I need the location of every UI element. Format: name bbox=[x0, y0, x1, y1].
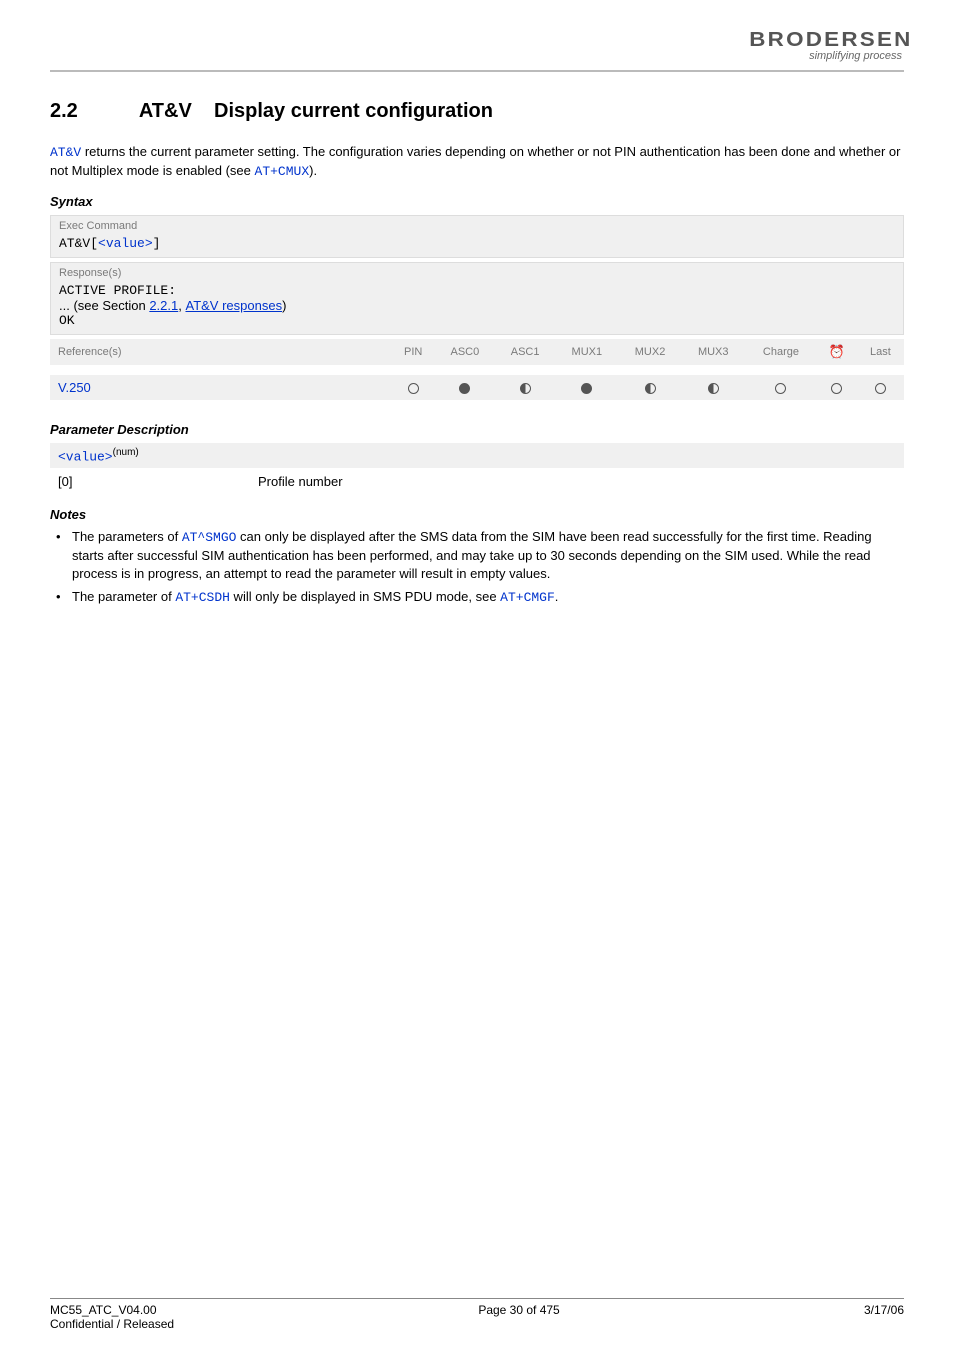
note2-c: . bbox=[555, 589, 559, 604]
ref-label: Reference(s) bbox=[50, 339, 392, 365]
footer-date: 3/17/06 bbox=[864, 1303, 904, 1331]
response-box: Response(s) ACTIVE PROFILE: ... (see Sec… bbox=[50, 262, 904, 335]
col-asc1: ASC1 bbox=[495, 339, 555, 365]
ref-value[interactable]: V.250 bbox=[50, 375, 392, 400]
note2-cmd2-link[interactable]: AT+CMGF bbox=[500, 590, 555, 605]
col-mux2: MUX2 bbox=[618, 339, 681, 365]
ref-value-row: V.250 bbox=[50, 375, 904, 400]
footer-left: MC55_ATC_V04.00 Confidential / Released bbox=[50, 1303, 174, 1331]
section-title: 2.2 AT&V Display current configuration bbox=[50, 100, 904, 123]
param-default: [0] bbox=[58, 474, 258, 489]
header-divider bbox=[50, 70, 904, 72]
cell-asc0 bbox=[435, 375, 495, 400]
footer-page: Page 30 of 475 bbox=[478, 1303, 559, 1331]
footer-doc: MC55_ATC_V04.00 bbox=[50, 1303, 174, 1317]
cell-charge bbox=[745, 375, 817, 400]
syntax-heading: Syntax bbox=[50, 194, 904, 209]
intro-text-mid: returns the current parameter setting. T… bbox=[50, 144, 901, 178]
col-asc0: ASC0 bbox=[435, 339, 495, 365]
resp-link-section[interactable]: 2.2.1 bbox=[149, 298, 178, 313]
circle-empty-icon bbox=[775, 383, 786, 394]
cell-pin bbox=[392, 375, 435, 400]
col-last: Last bbox=[857, 339, 904, 365]
ref-header-row: Reference(s) PIN ASC0 ASC1 MUX1 MUX2 MUX… bbox=[50, 339, 904, 365]
notes-heading: Notes bbox=[50, 507, 904, 522]
brand-logo: BRODERSEN bbox=[749, 30, 912, 50]
exec-param-link[interactable]: <value> bbox=[98, 236, 153, 251]
resp-ok: OK bbox=[59, 313, 895, 328]
alarm-icon: ⏰ bbox=[829, 344, 845, 359]
col-mux1: MUX1 bbox=[555, 339, 618, 365]
resp-line2: ... (see Section 2.2.1, AT&V responses) bbox=[59, 298, 895, 313]
circle-half-icon bbox=[645, 383, 656, 394]
note1-cmd-link[interactable]: AT^SMGO bbox=[182, 530, 237, 545]
cell-mux1 bbox=[555, 375, 618, 400]
section-number: 2.2 bbox=[50, 100, 134, 123]
intro-paragraph: AT&V returns the current parameter setti… bbox=[50, 143, 904, 180]
circle-full-icon bbox=[459, 383, 470, 394]
circle-full-icon bbox=[581, 383, 592, 394]
resp-link-title[interactable]: AT&V responses bbox=[185, 298, 282, 313]
circle-half-icon bbox=[520, 383, 531, 394]
note-1: The parameters of AT^SMGO can only be di… bbox=[54, 528, 904, 582]
note1-a: The parameters of bbox=[72, 529, 182, 544]
circle-empty-icon bbox=[875, 383, 886, 394]
notes-list: The parameters of AT^SMGO can only be di… bbox=[50, 528, 904, 606]
note2-a: The parameter of bbox=[72, 589, 175, 604]
response-content: ACTIVE PROFILE: ... (see Section 2.2.1, … bbox=[51, 281, 903, 334]
circle-empty-icon bbox=[831, 383, 842, 394]
page-footer: MC55_ATC_V04.00 Confidential / Released … bbox=[50, 1298, 904, 1331]
reference-table: Reference(s) PIN ASC0 ASC1 MUX1 MUX2 MUX… bbox=[50, 339, 904, 400]
resp-prefix: ... (see Section bbox=[59, 298, 149, 313]
intro-cmd2-link[interactable]: AT+CMUX bbox=[255, 164, 310, 179]
param-name[interactable]: <value> bbox=[58, 449, 113, 464]
section-cmd: AT&V bbox=[139, 100, 192, 122]
cell-last bbox=[857, 375, 904, 400]
cell-alarm bbox=[817, 375, 857, 400]
response-label: Response(s) bbox=[51, 263, 903, 281]
circle-empty-icon bbox=[408, 383, 419, 394]
col-charge: Charge bbox=[745, 339, 817, 365]
brand-tagline: simplifying process bbox=[758, 50, 904, 62]
resp-line1: ACTIVE PROFILE: bbox=[59, 283, 895, 298]
note-2: The parameter of AT+CSDH will only be di… bbox=[54, 588, 904, 607]
param-row: [0] Profile number bbox=[50, 472, 904, 491]
intro-text-end: ). bbox=[309, 163, 317, 178]
param-name-box: <value>(num) bbox=[50, 443, 904, 468]
logo-block: BRODERSEN simplifying process bbox=[758, 30, 904, 62]
footer-conf: Confidential / Released bbox=[50, 1317, 174, 1331]
note2-b: will only be displayed in SMS PDU mode, … bbox=[230, 589, 500, 604]
col-mux3: MUX3 bbox=[682, 339, 745, 365]
cell-mux2 bbox=[618, 375, 681, 400]
resp-suffix: ) bbox=[282, 298, 286, 313]
intro-cmd-link[interactable]: AT&V bbox=[50, 145, 81, 160]
cell-asc1 bbox=[495, 375, 555, 400]
param-heading: Parameter Description bbox=[50, 422, 904, 437]
exec-label: Exec Command bbox=[51, 216, 903, 234]
exec-cmd: AT&V bbox=[59, 236, 90, 251]
col-pin: PIN bbox=[392, 339, 435, 365]
page-header: BRODERSEN simplifying process bbox=[50, 0, 904, 66]
param-desc: Profile number bbox=[258, 474, 343, 489]
section-title-text: Display current configuration bbox=[214, 100, 493, 122]
exec-content: AT&V[<value>] bbox=[51, 234, 903, 257]
col-alarm: ⏰ bbox=[817, 339, 857, 365]
param-sup: (num) bbox=[113, 447, 139, 458]
circle-half-icon bbox=[708, 383, 719, 394]
cell-mux3 bbox=[682, 375, 745, 400]
exec-command-box: Exec Command AT&V[<value>] bbox=[50, 215, 904, 258]
note2-cmd-link[interactable]: AT+CSDH bbox=[175, 590, 230, 605]
